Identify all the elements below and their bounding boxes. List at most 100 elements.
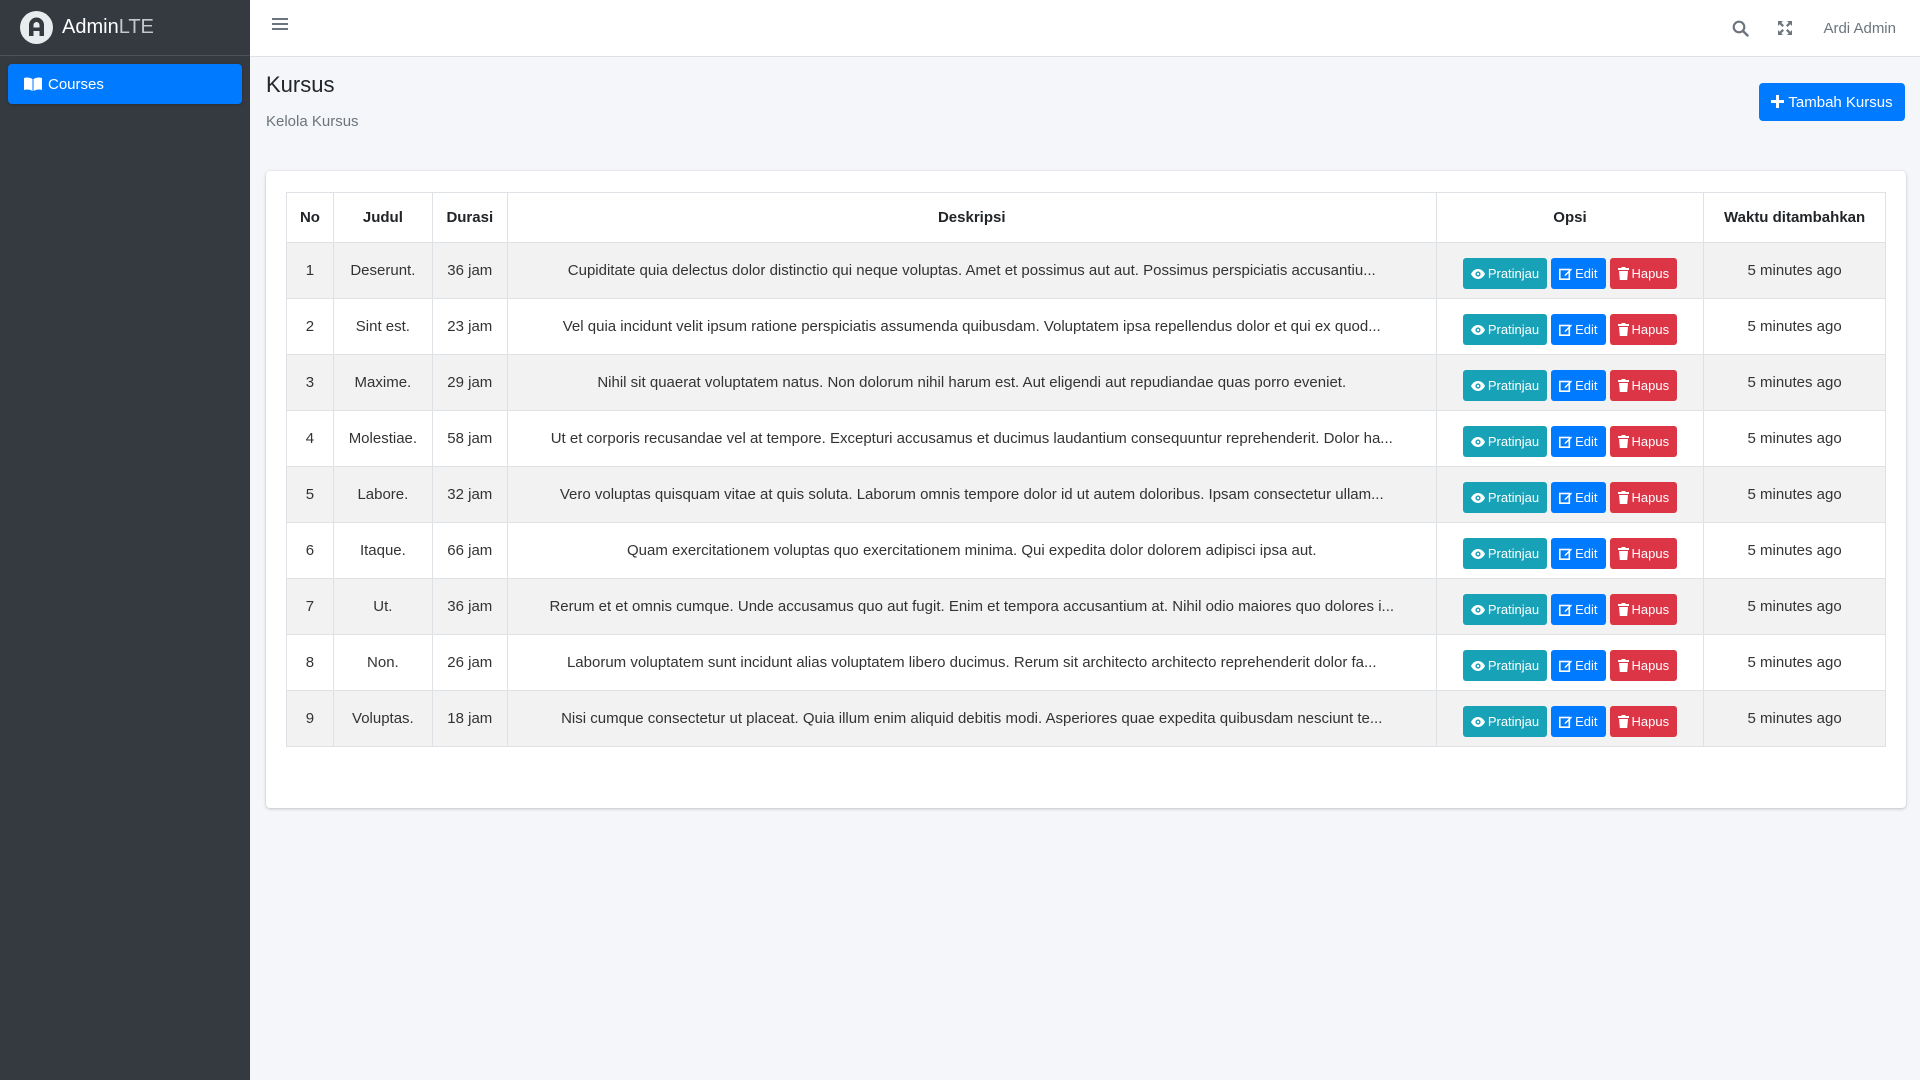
delete-button[interactable]: Hapus <box>1609 650 1678 681</box>
description-text: Laborum voluptatem sunt incidunt alias v… <box>566 654 1377 671</box>
delete-button[interactable]: Hapus <box>1609 594 1678 625</box>
view-label: Pratinjau <box>1487 714 1540 729</box>
add-course-label: Tambah Kursus <box>1788 93 1893 111</box>
delete-button[interactable]: Hapus <box>1609 482 1678 513</box>
trash-icon <box>1617 715 1632 728</box>
edit-button[interactable]: Edit <box>1551 706 1606 737</box>
table-row: 4 Molestiae. 58 jam Ut et corporis recus… <box>286 410 1886 467</box>
table-header-row: No Judul Durasi Deskripsi Opsi Waktu dit… <box>286 192 1886 243</box>
delete-label: Hapus <box>1631 546 1670 561</box>
view-button[interactable]: Pratinjau <box>1462 314 1548 345</box>
cell-no: 7 <box>286 578 334 635</box>
cell-no: 5 <box>286 466 334 523</box>
cell-no: 2 <box>286 298 334 355</box>
view-button[interactable]: Pratinjau <box>1462 426 1548 457</box>
cell-deskripsi: Nihil sit quaerat voluptatem natus. Non … <box>506 354 1437 411</box>
cell-opsi: Pratinjau Edit Hapus <box>1435 578 1705 635</box>
delete-label: Hapus <box>1631 266 1670 281</box>
delete-label: Hapus <box>1631 322 1670 337</box>
delete-label: Hapus <box>1631 602 1670 617</box>
view-button[interactable]: Pratinjau <box>1462 482 1548 513</box>
col-waktu: Waktu ditambahkan <box>1703 192 1886 243</box>
top-navbar: Ardi Admin <box>250 0 1920 57</box>
sidebar-item-label: Courses <box>48 75 104 93</box>
view-label: Pratinjau <box>1487 266 1540 281</box>
view-button[interactable]: Pratinjau <box>1462 650 1548 681</box>
cell-judul: Molestiae. <box>332 410 433 467</box>
description-text: Nisi cumque consectetur ut placeat. Quia… <box>561 710 1383 727</box>
cell-waktu: 5 minutes ago <box>1703 578 1886 635</box>
delete-label: Hapus <box>1631 378 1670 393</box>
edit-icon <box>1559 715 1575 728</box>
edit-button[interactable]: Edit <box>1551 370 1606 401</box>
cell-waktu: 5 minutes ago <box>1703 410 1886 467</box>
brand-link[interactable]: AdminLTE <box>0 0 250 56</box>
table-row: 3 Maxime. 29 jam Nihil sit quaerat volup… <box>286 354 1886 411</box>
edit-icon <box>1559 379 1575 392</box>
cell-waktu: 5 minutes ago <box>1703 242 1886 299</box>
table-row: 8 Non. 26 jam Laborum voluptatem sunt in… <box>286 634 1886 691</box>
add-course-button[interactable]: Tambah Kursus <box>1759 83 1905 121</box>
edit-button[interactable]: Edit <box>1551 258 1606 289</box>
description-text: Rerum et et omnis cumque. Unde accusamus… <box>549 598 1395 615</box>
cell-deskripsi: Ut et corporis recusandae vel at tempore… <box>506 410 1437 467</box>
cell-judul: Deserunt. <box>332 242 433 299</box>
view-button[interactable]: Pratinjau <box>1462 258 1548 289</box>
edit-button[interactable]: Edit <box>1551 650 1606 681</box>
cell-opsi: Pratinjau Edit Hapus <box>1435 354 1705 411</box>
edit-button[interactable]: Edit <box>1551 482 1606 513</box>
cell-deskripsi: Vero voluptas quisquam vitae at quis sol… <box>506 466 1437 523</box>
courses-table: No Judul Durasi Deskripsi Opsi Waktu dit… <box>286 192 1886 747</box>
view-button[interactable]: Pratinjau <box>1462 538 1548 569</box>
view-label: Pratinjau <box>1487 434 1540 449</box>
eye-icon <box>1470 716 1488 727</box>
cell-waktu: 5 minutes ago <box>1703 522 1886 579</box>
edit-button[interactable]: Edit <box>1551 538 1606 569</box>
view-label: Pratinjau <box>1487 546 1540 561</box>
delete-button[interactable]: Hapus <box>1609 370 1678 401</box>
edit-label: Edit <box>1575 266 1598 281</box>
cell-durasi: 32 jam <box>431 466 508 523</box>
edit-button[interactable]: Edit <box>1551 594 1606 625</box>
eye-icon <box>1470 604 1488 615</box>
delete-button[interactable]: Hapus <box>1609 314 1678 345</box>
cell-durasi: 36 jam <box>431 578 508 635</box>
cell-judul: Maxime. <box>332 354 433 411</box>
trash-icon <box>1617 379 1632 392</box>
edit-button[interactable]: Edit <box>1551 314 1606 345</box>
delete-button[interactable]: Hapus <box>1609 258 1678 289</box>
table-row: 2 Sint est. 23 jam Vel quia incidunt vel… <box>286 298 1886 355</box>
col-no: No <box>286 192 334 243</box>
col-deskripsi: Deskripsi <box>506 192 1437 243</box>
view-button[interactable]: Pratinjau <box>1462 706 1548 737</box>
view-button[interactable]: Pratinjau <box>1462 370 1548 401</box>
cell-opsi: Pratinjau Edit Hapus <box>1435 298 1705 355</box>
table-body: 1 Deserunt. 36 jam Cupiditate quia delec… <box>286 242 1886 747</box>
sidebar: AdminLTE Courses <box>0 0 250 1080</box>
cell-durasi: 66 jam <box>431 522 508 579</box>
cell-no: 8 <box>286 634 334 691</box>
eye-icon <box>1470 324 1488 335</box>
delete-label: Hapus <box>1631 490 1670 505</box>
table-row: 7 Ut. 36 jam Rerum et et omnis cumque. U… <box>286 578 1886 635</box>
view-button[interactable]: Pratinjau <box>1462 594 1548 625</box>
cell-judul: Non. <box>332 634 433 691</box>
menu-toggle-icon[interactable] <box>272 17 288 35</box>
fullscreen-icon[interactable] <box>1777 20 1793 36</box>
col-opsi: Opsi <box>1435 192 1705 243</box>
delete-button[interactable]: Hapus <box>1609 706 1678 737</box>
delete-button[interactable]: Hapus <box>1609 426 1678 457</box>
view-label: Pratinjau <box>1487 322 1540 337</box>
sidebar-item-courses[interactable]: Courses <box>8 64 242 104</box>
user-menu[interactable]: Ardi Admin <box>1823 20 1896 37</box>
brand-text: AdminLTE <box>62 16 154 39</box>
cell-durasi: 29 jam <box>431 354 508 411</box>
search-icon[interactable] <box>1732 20 1750 37</box>
edit-label: Edit <box>1575 378 1598 393</box>
page-title: Kursus <box>266 72 335 97</box>
cell-judul: Labore. <box>332 466 433 523</box>
trash-icon <box>1617 491 1632 504</box>
edit-icon <box>1559 547 1575 560</box>
delete-button[interactable]: Hapus <box>1609 538 1678 569</box>
edit-button[interactable]: Edit <box>1551 426 1606 457</box>
